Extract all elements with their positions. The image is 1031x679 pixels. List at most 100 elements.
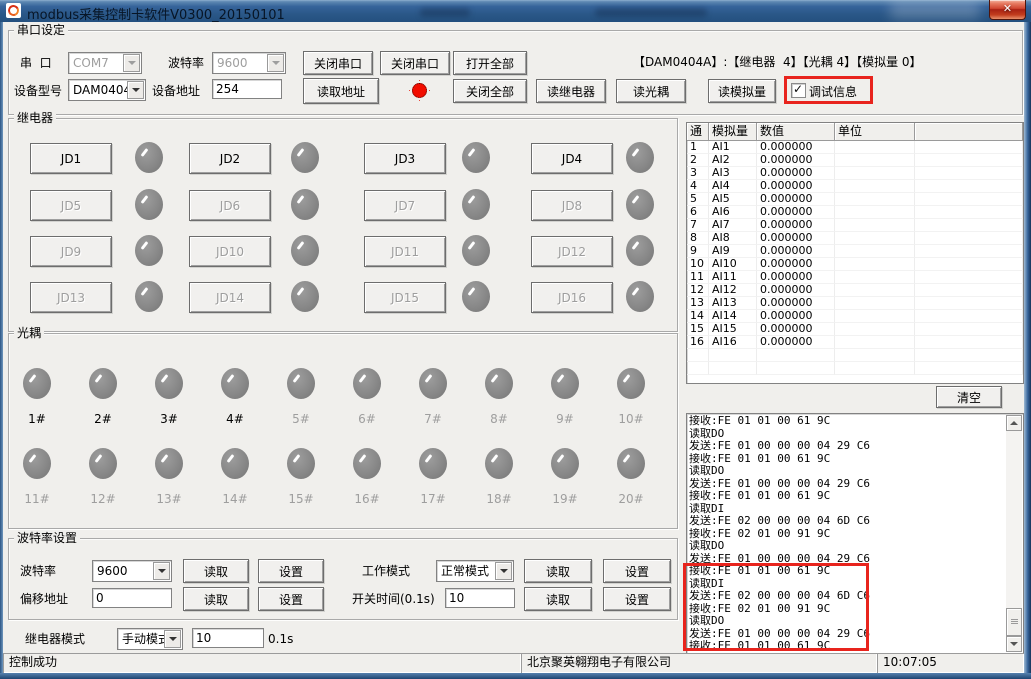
table-row[interactable]: 14AI140.000000 <box>687 310 1023 323</box>
table-cell: 0.000000 <box>757 193 835 206</box>
table-row[interactable]: 15AI150.000000 <box>687 323 1023 336</box>
address-label: 设备地址 <box>152 84 200 98</box>
relay-button-jd1[interactable]: JD1 <box>30 143 112 174</box>
opto-led-indicator-13 <box>155 448 183 479</box>
table-cell <box>687 349 709 362</box>
model-label: 设备型号 <box>14 84 62 98</box>
log-line: 接收:FE 02 01 00 91 9C <box>689 603 1005 616</box>
table-row[interactable]: 5AI50.000000 <box>687 193 1023 206</box>
read-opto-button[interactable]: 读光耦 <box>616 79 686 103</box>
table-header-cell[interactable] <box>915 123 1023 141</box>
switch-time-label: 开关时间(0.1s) <box>352 592 435 606</box>
baud-read-button[interactable]: 读取 <box>183 559 249 583</box>
chevron-down-icon <box>153 562 170 580</box>
opto-label-9: 9# <box>543 412 587 426</box>
open-all-button[interactable]: 打开全部 <box>453 51 527 75</box>
table-cell: AI4 <box>709 180 757 193</box>
table-row[interactable]: 16AI160.000000 <box>687 336 1023 349</box>
relay-button-jd3[interactable]: JD3 <box>364 143 446 174</box>
table-row[interactable]: 1AI10.000000 <box>687 141 1023 154</box>
table-header-cell[interactable]: 单位 <box>835 123 915 141</box>
table-cell: AI7 <box>709 219 757 232</box>
table-row[interactable]: 8AI80.000000 <box>687 232 1023 245</box>
table-row[interactable]: 3AI30.000000 <box>687 167 1023 180</box>
table-cell: AI15 <box>709 323 757 336</box>
table-cell: AI14 <box>709 310 757 323</box>
offset-read-button[interactable]: 读取 <box>183 587 249 611</box>
table-cell <box>835 219 915 232</box>
switch-time-set-button[interactable]: 设置 <box>603 587 671 611</box>
table-cell <box>835 245 915 258</box>
relay-button-jd4[interactable]: JD4 <box>531 143 613 174</box>
table-row[interactable]: 13AI130.000000 <box>687 297 1023 310</box>
titlebar[interactable]: modbus采集控制卡软件V0300_20150101 ✕ <box>0 0 1031 22</box>
table-cell: AI12 <box>709 284 757 297</box>
table-cell <box>915 245 1023 258</box>
scrollbar-up-icon[interactable] <box>1006 415 1022 431</box>
switch-time-input[interactable] <box>445 588 515 608</box>
table-row[interactable]: 9AI90.000000 <box>687 245 1023 258</box>
baud2-combo[interactable]: 9600 <box>92 560 172 582</box>
model-combo[interactable]: DAM0404A <box>68 79 146 101</box>
table-cell <box>835 232 915 245</box>
clear-button[interactable]: 清空 <box>936 386 1002 408</box>
table-row[interactable]: 6AI60.000000 <box>687 206 1023 219</box>
relay-mode-value: 手动模式 <box>122 632 165 646</box>
scrollbar-down-icon[interactable] <box>1006 636 1022 652</box>
opto-label-12: 12# <box>81 492 125 506</box>
debug-info-checkbox[interactable] <box>791 83 806 98</box>
switch-time-read-button[interactable]: 读取 <box>524 587 592 611</box>
address-input[interactable] <box>212 79 282 99</box>
close-button[interactable]: ✕ <box>989 0 1026 20</box>
close-serial-button-2[interactable]: 关闭串口 <box>380 51 450 75</box>
offset-input[interactable] <box>92 588 172 608</box>
log-scrollbar[interactable] <box>1006 415 1022 652</box>
relay-button-jd6: JD6 <box>189 190 271 221</box>
debug-log[interactable]: 接收:FE 01 01 00 61 9C读取DO发送:FE 01 00 00 0… <box>686 413 1024 654</box>
table-cell: AI3 <box>709 167 757 180</box>
chevron-down-icon <box>495 562 512 580</box>
relay-mode-combo[interactable]: 手动模式 <box>117 628 183 650</box>
read-analog-button[interactable]: 读模拟量 <box>708 79 776 103</box>
table-header-cell[interactable]: 数值 <box>757 123 835 141</box>
opto-led-indicator-15 <box>287 448 315 479</box>
table-row[interactable] <box>687 349 1023 362</box>
read-address-button[interactable]: 读取地址 <box>303 78 379 104</box>
log-line: 读取DO <box>689 615 1005 628</box>
read-relay-button[interactable]: 读继电器 <box>536 79 606 103</box>
work-mode-read-button[interactable]: 读取 <box>524 559 592 583</box>
close-serial-button-1[interactable]: 关闭串口 <box>303 51 373 75</box>
opto-led-indicator-18 <box>485 448 513 479</box>
work-mode-combo[interactable]: 正常模式 <box>436 560 514 582</box>
table-row[interactable]: 7AI70.000000 <box>687 219 1023 232</box>
table-cell: 0.000000 <box>757 336 835 349</box>
relay-button-jd9: JD9 <box>30 236 112 267</box>
scrollbar-thumb[interactable] <box>1006 608 1022 636</box>
offset-set-button[interactable]: 设置 <box>258 587 324 611</box>
table-row[interactable]: 2AI20.000000 <box>687 154 1023 167</box>
opto-label-10: 10# <box>609 412 653 426</box>
close-all-button[interactable]: 关闭全部 <box>453 79 527 103</box>
relay-group-label: 继电器 <box>14 111 56 125</box>
log-line: 读取DO <box>689 428 1005 441</box>
analog-table[interactable]: 通模拟量数值单位1AI10.0000002AI20.0000003AI30.00… <box>686 122 1024 384</box>
relay-mode-time-input[interactable] <box>192 628 264 648</box>
relay-button-jd2[interactable]: JD2 <box>189 143 271 174</box>
table-header-cell[interactable]: 模拟量 <box>709 123 757 141</box>
table-row[interactable]: 10AI100.000000 <box>687 258 1023 271</box>
table-cell: 3 <box>687 167 709 180</box>
log-line: 接收:FE 01 01 00 61 9C <box>689 640 1005 653</box>
relay-button-jd14: JD14 <box>189 282 271 313</box>
baud-set-button[interactable]: 设置 <box>258 559 324 583</box>
table-row[interactable]: 4AI40.000000 <box>687 180 1023 193</box>
opto-label-13: 13# <box>147 492 191 506</box>
opto-led-indicator-8 <box>485 368 513 399</box>
table-header-cell[interactable]: 通 <box>687 123 709 141</box>
table-row[interactable] <box>687 362 1023 375</box>
table-row[interactable]: 11AI110.000000 <box>687 271 1023 284</box>
close-icon: ✕ <box>1003 2 1012 15</box>
opto-label-20: 20# <box>609 492 653 506</box>
table-row[interactable]: 12AI120.000000 <box>687 284 1023 297</box>
work-mode-set-button[interactable]: 设置 <box>603 559 671 583</box>
opto-led-indicator-7 <box>419 368 447 399</box>
